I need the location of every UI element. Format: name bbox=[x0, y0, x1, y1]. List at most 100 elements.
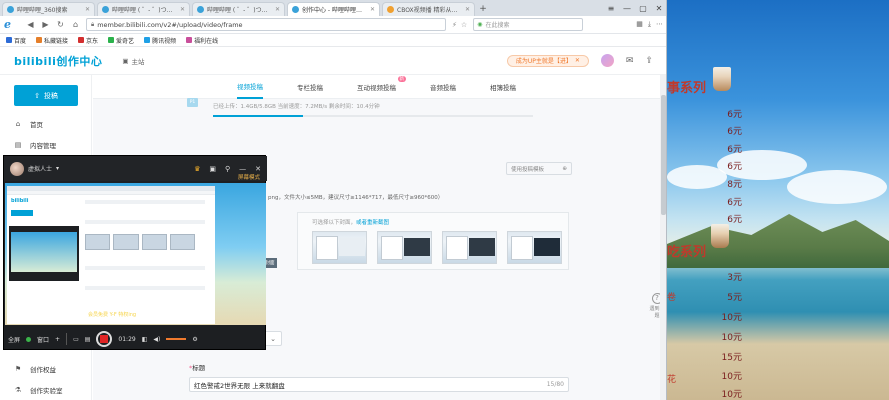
menu-heading: 事系列 bbox=[667, 81, 707, 96]
add-icon[interactable]: + bbox=[55, 336, 60, 343]
extension-icon[interactable]: ▦ bbox=[636, 20, 643, 29]
speaker-icon[interactable]: ◀) bbox=[153, 336, 160, 343]
menu-price: 10元 bbox=[721, 372, 742, 382]
browser-tab-1[interactable]: 哔哩哔哩_360搜索 ✕ bbox=[2, 2, 95, 16]
bookmark-item[interactable]: 百度 bbox=[6, 36, 26, 45]
tab-interactive[interactable]: 互动视频投稿新 bbox=[357, 75, 406, 99]
browser-logo-icon[interactable]: e bbox=[4, 18, 20, 32]
menu-price: 10元 bbox=[721, 313, 742, 323]
camera-icon[interactable]: ▭ bbox=[73, 336, 79, 343]
home-icon[interactable]: ⌂ bbox=[71, 20, 80, 29]
bolt-icon[interactable]: ⚡ bbox=[452, 21, 457, 29]
become-up-button[interactable]: 成为UP主就是【进】 ✕ bbox=[506, 54, 589, 67]
title-char-count: 15/80 bbox=[546, 381, 564, 388]
title-input[interactable]: 红色警戒2世界无限 上来就翻盘 15/80 bbox=[189, 377, 569, 392]
chevron-down-icon[interactable]: ▾ bbox=[56, 165, 59, 172]
upload-button[interactable]: ⇧ 投稿 bbox=[14, 85, 78, 106]
menu-icon[interactable]: ≡ bbox=[603, 0, 619, 16]
menu-price: 15元 bbox=[721, 353, 742, 363]
bookmark-item[interactable]: 腾讯视频 bbox=[144, 36, 176, 45]
cover-option[interactable] bbox=[312, 231, 367, 264]
flag-icon: ⚑ bbox=[14, 365, 22, 373]
close-icon[interactable]: ✕ bbox=[255, 165, 261, 173]
screen-mode-toggle[interactable]: 屏幕模式 bbox=[238, 173, 260, 181]
forward-icon[interactable]: ▶ bbox=[41, 20, 50, 29]
scrollbar-thumb[interactable] bbox=[661, 95, 666, 215]
download-icon[interactable]: ⤓ bbox=[648, 20, 651, 29]
maximize-icon[interactable]: ▢ bbox=[635, 0, 651, 16]
close-icon[interactable]: ✕ bbox=[465, 6, 470, 13]
tab-album[interactable]: 相簿投稿 bbox=[490, 75, 516, 99]
recorder-user[interactable]: 虚拟人士 bbox=[28, 164, 52, 173]
snapshot-icon[interactable]: ◧ bbox=[142, 336, 148, 343]
rescreenshot-link[interactable]: 或者重新截图 bbox=[356, 220, 389, 226]
bookmark-item[interactable]: 京东 bbox=[78, 36, 98, 45]
tab-article[interactable]: 专栏投稿 bbox=[297, 75, 323, 99]
tab-title: 哔哩哔哩 ( ゜- ゜)つロ 干杯~-bili bbox=[112, 7, 177, 14]
minimize-icon[interactable]: — bbox=[619, 0, 635, 16]
sidebar-item-rights[interactable]: ⚑ 创作权益 bbox=[14, 364, 56, 374]
avatar[interactable] bbox=[600, 54, 614, 67]
page-scrollbar[interactable] bbox=[660, 75, 666, 400]
title-label: *标题 bbox=[189, 364, 206, 372]
record-button[interactable] bbox=[96, 331, 113, 347]
close-icon[interactable]: ✕ bbox=[370, 6, 375, 13]
settings-icon[interactable]: ▣ bbox=[209, 165, 216, 173]
pin-icon[interactable]: ⚲ bbox=[225, 165, 230, 173]
browser-tab-2[interactable]: 哔哩哔哩 ( ゜- ゜)つロ 干杯~-bili✕ bbox=[97, 2, 190, 16]
recorder-avatar[interactable] bbox=[10, 161, 24, 176]
part-badge: P1 bbox=[187, 98, 198, 107]
star-icon[interactable]: ☆ bbox=[461, 21, 467, 29]
recorder-promo[interactable]: 会员免费 Y-F 特权ing bbox=[88, 311, 136, 318]
drink-image bbox=[711, 224, 729, 248]
back-icon[interactable]: ◀ bbox=[26, 20, 35, 29]
cover-requirements: png，文件大小≤5MB，建议尺寸≥1146*717，最低尺寸≥960*600） bbox=[268, 195, 444, 201]
browser-tab-3[interactable]: 哔哩哔哩 ( ゜- ゜)つロ 干杯~-bi✕ bbox=[192, 2, 285, 16]
upload-icon[interactable]: ⇪ bbox=[645, 56, 653, 66]
bilibili-favicon-icon bbox=[197, 6, 204, 13]
tab-video[interactable]: 视频投稿 bbox=[237, 75, 263, 99]
more-icon[interactable]: ⋯ bbox=[656, 20, 663, 29]
cover-option[interactable] bbox=[507, 231, 562, 264]
site-header: bilibili创作中心 ▣ 主站 成为UP主就是【进】 ✕ ✉ ⇪ bbox=[0, 47, 666, 75]
close-icon[interactable]: ✕ bbox=[85, 6, 90, 13]
site-logo[interactable]: bilibili创作中心 bbox=[14, 53, 102, 69]
close-icon[interactable]: ✕ bbox=[180, 6, 185, 13]
reload-icon[interactable]: ↻ bbox=[56, 20, 65, 29]
divider bbox=[66, 333, 68, 345]
hd-icon[interactable]: ▤ bbox=[85, 336, 91, 343]
preview-line bbox=[85, 220, 205, 224]
preview-nested-recorder bbox=[9, 226, 79, 281]
screen: 哔哩哔哩_360搜索✕ 哔哩哔哩 ( ゜- ゜)つロ 干杯~-bili✕ 哔哩哔… bbox=[0, 0, 889, 400]
address-bar[interactable]: 🔒︎ member.bilibili.com/v2#/upload/video/… bbox=[86, 18, 446, 31]
volume-slider[interactable] bbox=[166, 338, 187, 340]
close-icon[interactable]: ✕ bbox=[275, 6, 280, 13]
close-window-icon[interactable]: ✕ bbox=[651, 0, 666, 16]
use-template-button[interactable]: 使用投稿模板 ⊕ bbox=[506, 162, 572, 175]
sidebar-item-lab[interactable]: ⚗ 创作实验室 bbox=[14, 385, 63, 395]
browser-search-input[interactable]: ◉ 在此搜索 bbox=[473, 18, 584, 31]
bookmark-item[interactable]: 私藏链接 bbox=[36, 36, 68, 45]
tab-title: 创作中心 - 哔哩哔哩弹幕视频网 bbox=[302, 7, 367, 14]
sidebar-item-home[interactable]: ⌂ 首页 bbox=[14, 119, 43, 129]
tab-audio[interactable]: 音频投稿 bbox=[430, 75, 456, 99]
minimize-icon[interactable]: — bbox=[239, 165, 246, 173]
bookmark-item[interactable]: 爱奇艺 bbox=[108, 36, 134, 45]
browser-tab-4-active[interactable]: 创作中心 - 哔哩哔哩弹幕视频网✕ bbox=[287, 2, 380, 16]
cover-option[interactable] bbox=[442, 231, 497, 264]
home-link[interactable]: ▣ 主站 bbox=[122, 56, 144, 66]
new-tab-button[interactable]: + bbox=[477, 2, 489, 16]
progress-fill bbox=[213, 115, 303, 117]
mail-icon[interactable]: ✉ bbox=[626, 56, 634, 66]
fullscreen-mode-button[interactable]: 全屏 bbox=[8, 335, 20, 344]
cover-option[interactable] bbox=[377, 231, 432, 264]
home-icon: ⌂ bbox=[15, 120, 21, 128]
sidebar-item-content[interactable]: ▤ 内容管理 bbox=[14, 140, 56, 150]
bookmark-item[interactable]: 福利在线 bbox=[186, 36, 218, 45]
tencent-video-icon bbox=[144, 37, 151, 43]
gear-icon[interactable]: ⚙ bbox=[192, 336, 197, 343]
status-dot-icon bbox=[26, 336, 32, 342]
browser-tab-5[interactable]: CBOX视频播 精彩从现在开始✕ bbox=[382, 2, 475, 16]
crown-icon[interactable]: ♛ bbox=[194, 165, 200, 173]
window-mode-button[interactable]: 窗口 bbox=[37, 335, 49, 344]
